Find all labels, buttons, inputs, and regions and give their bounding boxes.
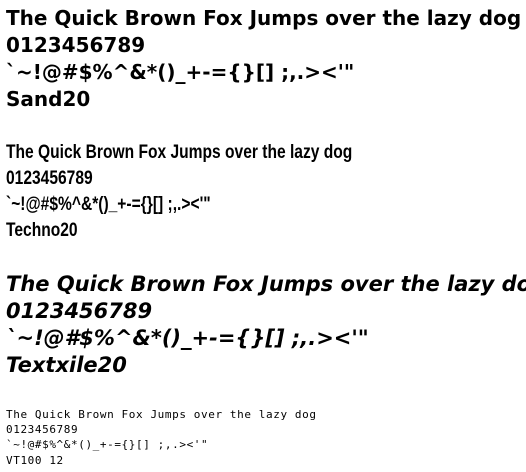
font-name-label: Techno20 — [6, 220, 78, 241]
pangram-text: The Quick Brown Fox Jumps over the lazy … — [6, 142, 353, 163]
font-name-label: Textxile20 — [6, 353, 127, 377]
digits-text: 0123456789 — [6, 168, 93, 189]
digits-text: 0123456789 — [6, 299, 153, 323]
font-name-label: VT100 12 — [6, 454, 64, 467]
symbols-text: `~!@#$%^&*()_+-={}[] ;,.><'" — [6, 438, 209, 451]
pangram-text: The Quick Brown Fox Jumps over the lazy … — [6, 6, 522, 30]
digits-text: 0123456789 — [6, 33, 146, 57]
digits-text: 0123456789 — [6, 423, 79, 436]
symbols-text: `~!@#$%^&*()_+-={}[] ;,.><'" — [6, 194, 211, 215]
pangram-text: The Quick Brown Fox Jumps over the lazy … — [6, 408, 317, 421]
symbols-text: `~!@#$%^&*()_+-={}[] ;,.><'" — [6, 326, 369, 350]
symbols-text: `~!@#$%^&*()_+-={}[] ;,.><'" — [6, 60, 355, 84]
font-name-label: Sand20 — [6, 87, 91, 111]
pangram-text: The Quick Brown Fox Jumps over the lazy … — [6, 272, 526, 296]
